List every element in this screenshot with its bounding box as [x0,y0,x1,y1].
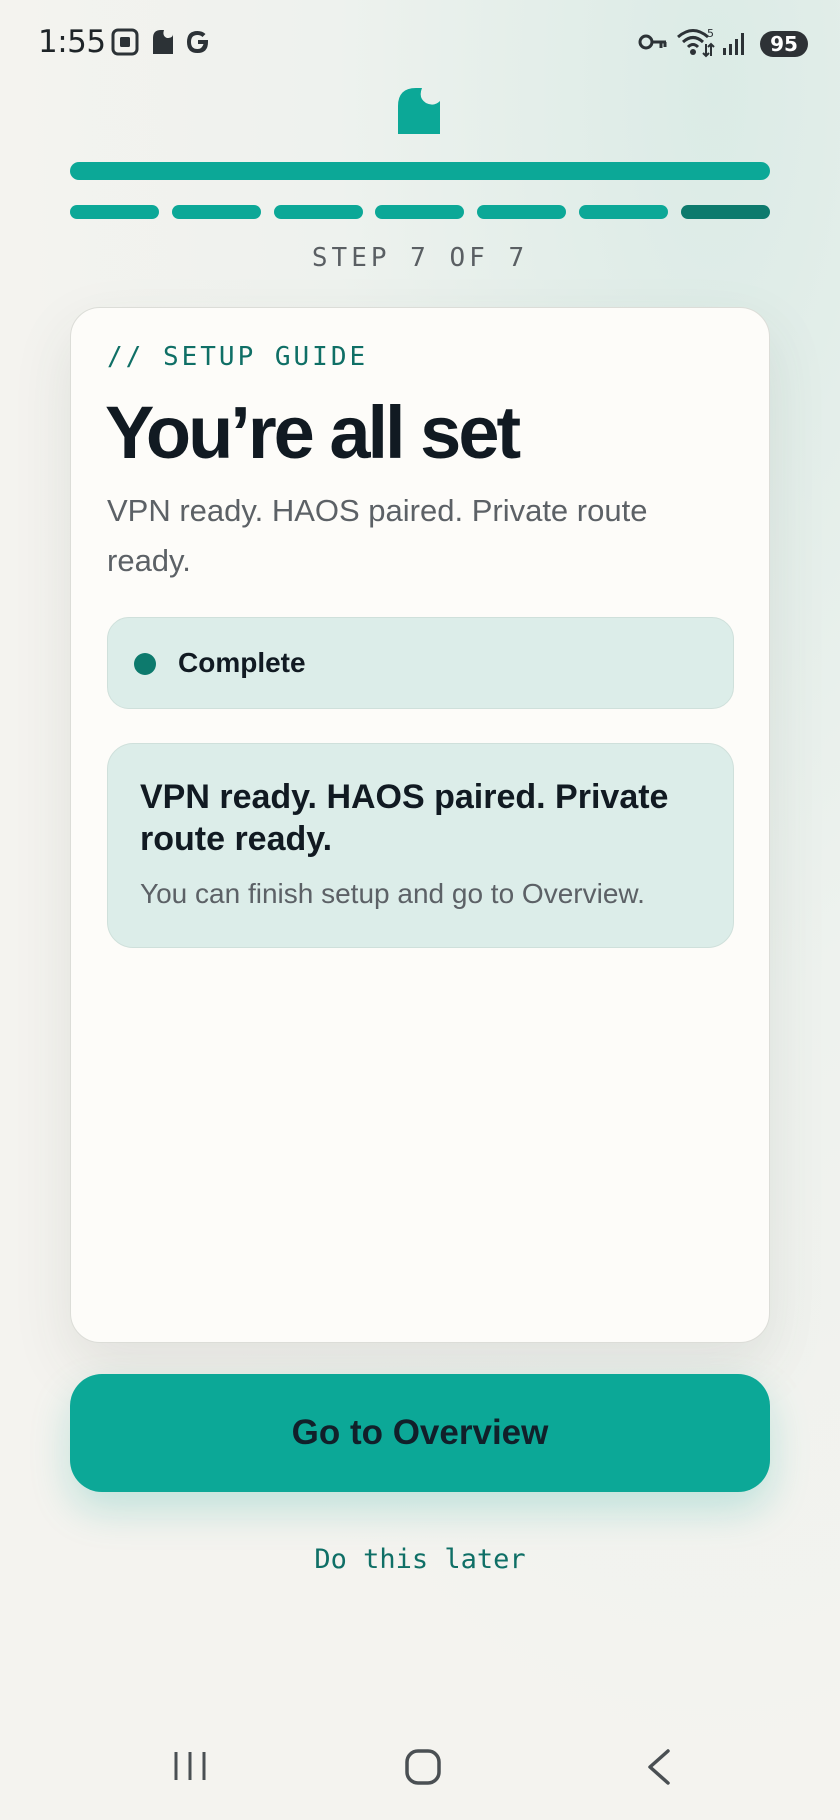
page-title: You’re all set [105,391,521,474]
go-to-overview-button[interactable]: Go to Overview [70,1374,770,1492]
screenshot-icon [111,28,139,56]
status-dot-icon [134,653,156,675]
step-segments [70,205,770,219]
status-bar: 1:55 5 95 [0,0,840,88]
setup-card: // SETUP GUIDE You’re all set VPN ready.… [70,307,770,1343]
step-segment-current [680,205,770,219]
card-subtitle: VPN ready. HAOS paired. Private route re… [107,493,648,578]
vpn-key-icon [638,34,667,50]
do-this-later-link[interactable]: Do this later [0,1544,840,1575]
info-panel: VPN ready. HAOS paired. Private route re… [107,743,734,948]
wifi-icon: 5 [677,27,715,58]
status-badge: Complete [107,617,734,709]
status-label: Complete [178,647,306,678]
back-icon[interactable] [644,1748,674,1786]
recents-icon[interactable] [172,1748,208,1784]
battery-indicator: 95 [760,31,808,57]
google-icon [187,31,208,53]
home-icon[interactable] [404,1748,442,1786]
step-segment [477,205,567,219]
svg-text:5: 5 [707,27,714,40]
step-segment [579,205,669,219]
card-eyebrow: // SETUP GUIDE [107,342,369,372]
info-title: VPN ready. HAOS paired. Private route re… [140,778,669,858]
status-time: 1:55 [38,24,106,60]
step-segment [171,205,261,219]
progress-bar [70,162,770,180]
signal-icon [723,33,744,55]
notification-icon [153,30,173,54]
app-logo-icon [398,88,440,134]
step-segment [70,205,159,219]
step-label: STEP 7 OF 7 [311,243,529,273]
step-segment [273,205,363,219]
info-body: You can finish setup and go to Overview. [140,878,645,909]
step-segment [375,205,465,219]
